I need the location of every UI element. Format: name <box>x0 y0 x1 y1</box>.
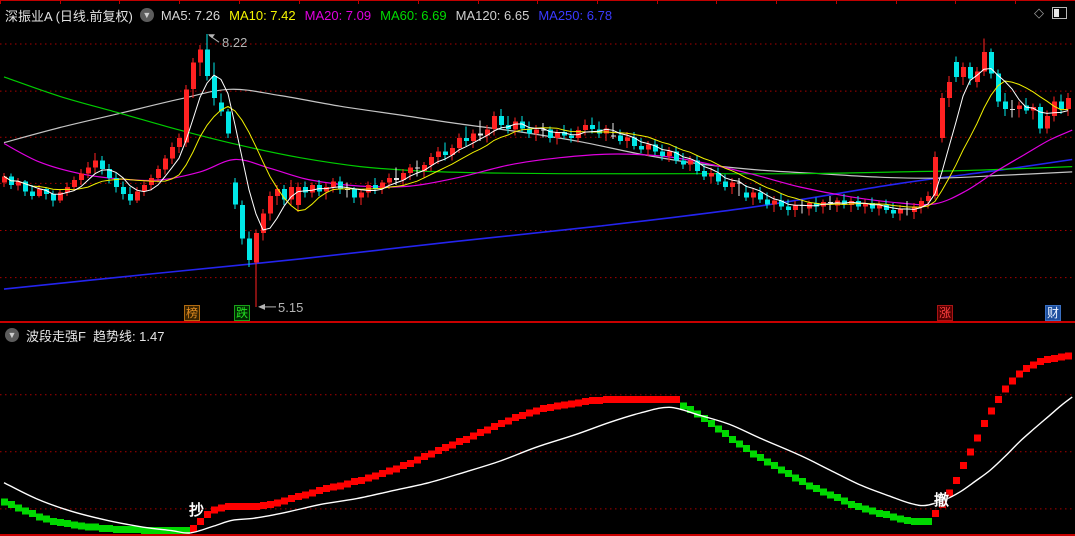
chevron-down-icon[interactable]: ▼ <box>139 8 154 22</box>
ruler-tick <box>657 0 658 4</box>
ruler-tick <box>0 0 1 4</box>
stock-app-window: 深振业A (日线.前复权) ▼ MA5: 7.26 MA10: 7.42 MA20:… <box>0 0 1075 536</box>
ruler-tick <box>836 0 837 4</box>
indicator-name: 波段走强F <box>26 328 86 344</box>
ma-legend-item[interactable]: MA10: 7.42 <box>229 8 296 23</box>
candlestick-chart[interactable]: 8.22 5.15 <box>0 28 1075 322</box>
window-controls: ◇ <box>1034 6 1067 19</box>
ma-legend-item[interactable]: MA120: 6.65 <box>456 8 530 23</box>
ma-legend-item[interactable]: MA5: 7.26 <box>161 8 220 23</box>
svg-text:8.22: 8.22 <box>222 35 247 50</box>
ma-legend-item[interactable]: MA60: 6.69 <box>380 8 447 23</box>
stock-title: 深振业A (日线.前复权) <box>5 8 133 24</box>
panel-layout-icon[interactable] <box>1052 6 1067 19</box>
trend-value-label: 趋势线: 1.47 <box>92 328 165 344</box>
chevron-down-icon[interactable]: ▼ <box>5 328 19 342</box>
chart-badge[interactable]: 涨 <box>937 305 953 321</box>
ruler-tick <box>1015 0 1016 4</box>
ruler-tick <box>776 0 777 4</box>
ma-legend-item[interactable]: MA20: 7.09 <box>305 8 372 23</box>
main-chart-header: 深振业A (日线.前复权) ▼ MA5: 7.26 MA10: 7.42 MA20:… <box>5 4 612 26</box>
ruler-tick <box>896 0 897 4</box>
buy-marker: 抄 <box>189 502 205 519</box>
indicator-header: ▼ 波段走强F 趋势线: 1.47 <box>5 325 164 345</box>
ruler-tick <box>716 0 717 4</box>
exit-marker: 撤 <box>934 492 950 509</box>
ma-legend-item[interactable]: MA250: 6.78 <box>538 8 612 23</box>
ruler-tick <box>955 0 956 4</box>
indicator-chart[interactable] <box>0 348 1075 534</box>
svg-text:5.15: 5.15 <box>278 300 303 315</box>
ma-legend: MA5: 7.26 MA10: 7.42 MA20: 7.09 MA60: 6.69 M… <box>161 8 612 23</box>
diamond-icon[interactable]: ◇ <box>1034 6 1044 19</box>
chart-badge[interactable]: 跌 <box>234 305 250 321</box>
chart-badge[interactable]: 榜 <box>184 305 200 321</box>
chart-badge[interactable]: 财 <box>1045 305 1061 321</box>
panel-divider[interactable] <box>0 321 1075 323</box>
